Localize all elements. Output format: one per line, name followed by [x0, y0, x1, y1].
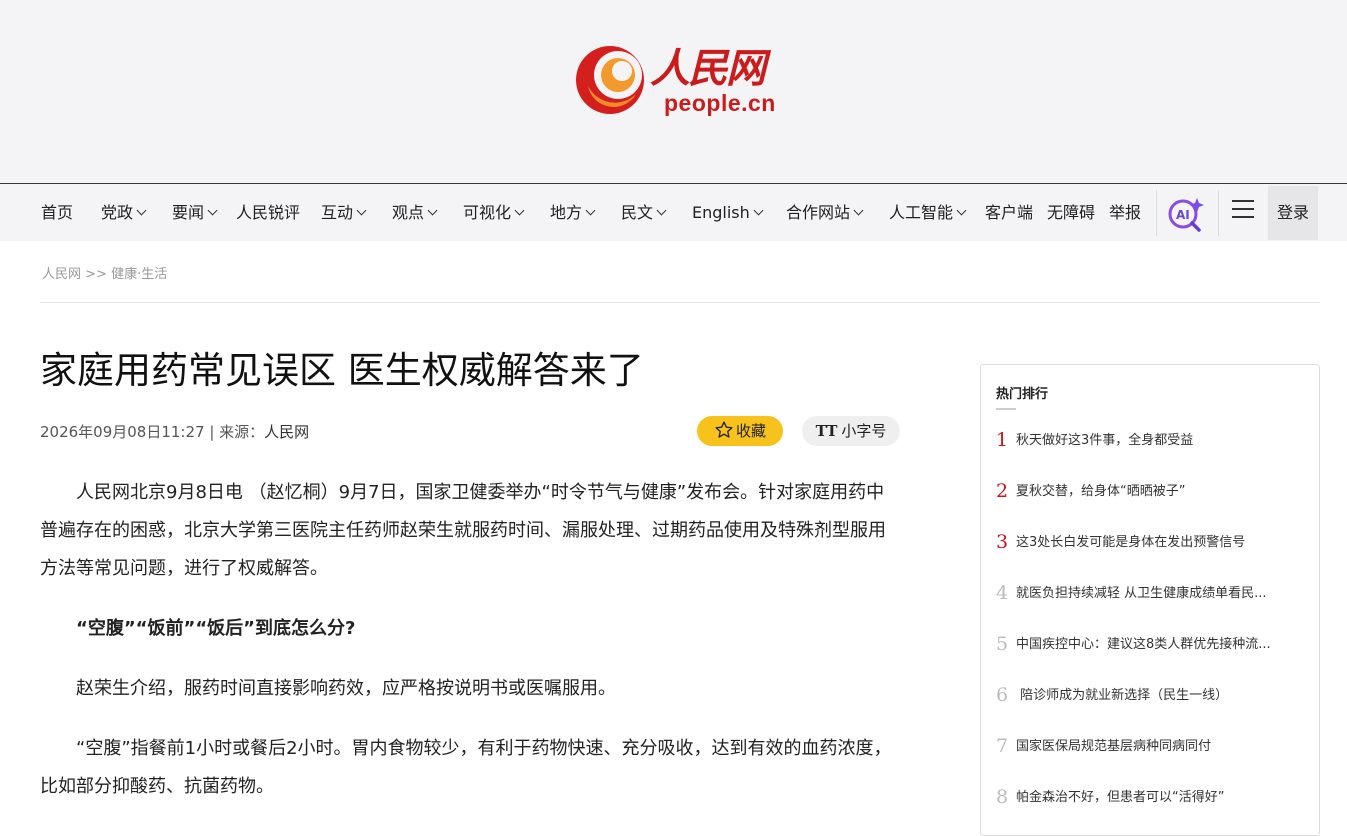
nav-item-partners[interactable]: 合作网站 [786, 184, 864, 241]
nav-item-opinion[interactable]: 观点 [392, 184, 438, 241]
nav-item-visual[interactable]: 可视化 [463, 184, 525, 241]
nav-item-ai[interactable]: 人工智能 [889, 184, 967, 241]
ranking-text: 国家医保局规范基层病种同病同付 [1016, 739, 1212, 754]
rank-number: 4 [996, 582, 1009, 604]
article-meta: 2026年09月08日11:27 | 来源：人民网 [40, 421, 309, 442]
nav-item-local[interactable]: 地方 [550, 184, 596, 241]
ranking-item[interactable]: 6 陪诊师成为就业新选择（民生一线） [996, 684, 1306, 706]
ranking-text: 秋天做好这3件事，全身都受益 [1016, 433, 1194, 448]
source-prefix: | 来源： [204, 423, 265, 441]
chevron-down-icon [207, 205, 218, 216]
rank-number: 1 [996, 429, 1009, 451]
people-logo-emblem-icon [576, 46, 644, 114]
nav-item-accessibility[interactable]: 无障碍 [1047, 184, 1095, 241]
breadcrumb: 人民网 >> 健康·生活 [42, 263, 167, 282]
divider [40, 302, 1320, 303]
rank-number: 2 [996, 480, 1009, 502]
ranking-text: 帕金森治不好，但患者可以“活得好” [1016, 790, 1225, 805]
svg-text:AI: AI [1176, 208, 1190, 222]
header-banner: 人民网 people.cn [0, 0, 1347, 184]
ranking-text: 夏秋交替，给身体“晒晒被子” [1016, 484, 1186, 499]
rank-number: 3 [996, 531, 1009, 553]
favorite-label: 收藏 [735, 422, 766, 440]
chevron-down-icon [514, 205, 525, 216]
ranking-text: 陪诊师成为就业新选择（民生一线） [1016, 688, 1229, 703]
ranking-text: 中国疾控中心：建议这8类人群优先接种流... [1016, 637, 1271, 652]
ranking-item[interactable]: 5 中国疾控中心：建议这8类人群优先接种流... [996, 633, 1306, 655]
title-underline [996, 408, 1016, 410]
nav-item-report[interactable]: 举报 [1109, 184, 1141, 241]
rank-number: 7 [996, 735, 1009, 757]
rank-number: 5 [996, 633, 1009, 655]
people-logo[interactable]: 人民网 people.cn [574, 38, 789, 120]
article-paragraph: “空腹”指餐前1小时或餐后2小时。胃内食物较少，有利于药物快速、充分吸收，达到有… [40, 738, 892, 797]
nav-item-english[interactable]: English [692, 184, 764, 241]
nav-item-party[interactable]: 党政 [101, 184, 147, 241]
ranking-text: 这3处长白发可能是身体在发出预警信号 [1016, 535, 1246, 550]
font-size-icon: TT [815, 422, 838, 440]
nav-divider [1156, 190, 1157, 236]
breadcrumb-section[interactable]: 健康·生活 [111, 267, 167, 282]
logo-domain: people.cn [664, 90, 776, 116]
ranking-item[interactable]: 4 就医负担持续减轻 从卫生健康成绩单看民... [996, 582, 1306, 604]
font-size-button[interactable]: TT 小字号 [802, 416, 900, 446]
chevron-down-icon [656, 205, 667, 216]
hot-ranking-panel: 热门排行 1 秋天做好这3件事，全身都受益 2 夏秋交替，给身体“晒晒被子” 3 这3… [980, 364, 1320, 836]
hot-ranking-title: 热门排行 [996, 387, 1049, 402]
login-button[interactable]: 登录 [1268, 186, 1318, 240]
chevron-down-icon [853, 205, 864, 216]
nav-item-commentary[interactable]: 人民锐评 [236, 184, 300, 241]
article-subheading: “空腹”“饭前”“饭后”到底怎么分? [76, 618, 356, 639]
article-body: 人民网北京9月8日电 （赵忆桐）9月7日，国家卫健委举办“时令节气与健康”发布会… [40, 474, 902, 806]
article-datetime: 2026年09月08日11:27 [40, 423, 205, 441]
article-source[interactable]: 人民网 [264, 423, 309, 441]
ranking-item[interactable]: 1 秋天做好这3件事，全身都受益 [996, 429, 1306, 451]
breadcrumb-separator: >> [81, 267, 112, 282]
nav-item-interact[interactable]: 互动 [321, 184, 367, 241]
hamburger-menu-icon[interactable] [1232, 200, 1254, 220]
article-title: 家庭用药常见误区 医生权威解答来了 [40, 349, 644, 392]
chevron-down-icon [753, 205, 764, 216]
chevron-down-icon [427, 205, 438, 216]
nav-item-app[interactable]: 客户端 [985, 184, 1033, 241]
ranking-item[interactable]: 2 夏秋交替，给身体“晒晒被子” [996, 480, 1306, 502]
rank-number: 6 [996, 684, 1009, 706]
chevron-down-icon [356, 205, 367, 216]
nav-item-home[interactable]: 首页 [41, 184, 73, 241]
chevron-down-icon [956, 205, 967, 216]
ranking-item[interactable]: 7 国家医保局规范基层病种同病同付 [996, 735, 1306, 757]
ranking-item[interactable]: 3 这3处长白发可能是身体在发出预警信号 [996, 531, 1306, 553]
article-paragraph: 赵荣生介绍，服药时间直接影响药效，应严格按说明书或医嘱服用。 [76, 678, 616, 699]
chevron-down-icon [585, 205, 596, 216]
favorite-button[interactable]: 收藏 [697, 416, 783, 446]
logo-name: 人民网 [650, 45, 766, 92]
chevron-down-icon [136, 205, 147, 216]
star-icon [715, 421, 733, 438]
ranking-text: 就医负担持续减轻 从卫生健康成绩单看民... [1016, 586, 1267, 601]
nav-item-ethnic[interactable]: 民文 [621, 184, 667, 241]
font-size-label: 小字号 [841, 422, 887, 440]
nav-item-news[interactable]: 要闻 [172, 184, 218, 241]
rank-number: 8 [996, 786, 1009, 808]
article-paragraph: 人民网北京9月8日电 （赵忆桐）9月7日，国家卫健委举办“时令节气与健康”发布会… [40, 482, 886, 579]
breadcrumb-home[interactable]: 人民网 [42, 267, 81, 282]
ai-search-icon[interactable]: AI [1166, 194, 1206, 234]
nav-divider [1218, 190, 1219, 236]
ranking-item[interactable]: 8 帕金森治不好，但患者可以“活得好” [996, 786, 1306, 808]
